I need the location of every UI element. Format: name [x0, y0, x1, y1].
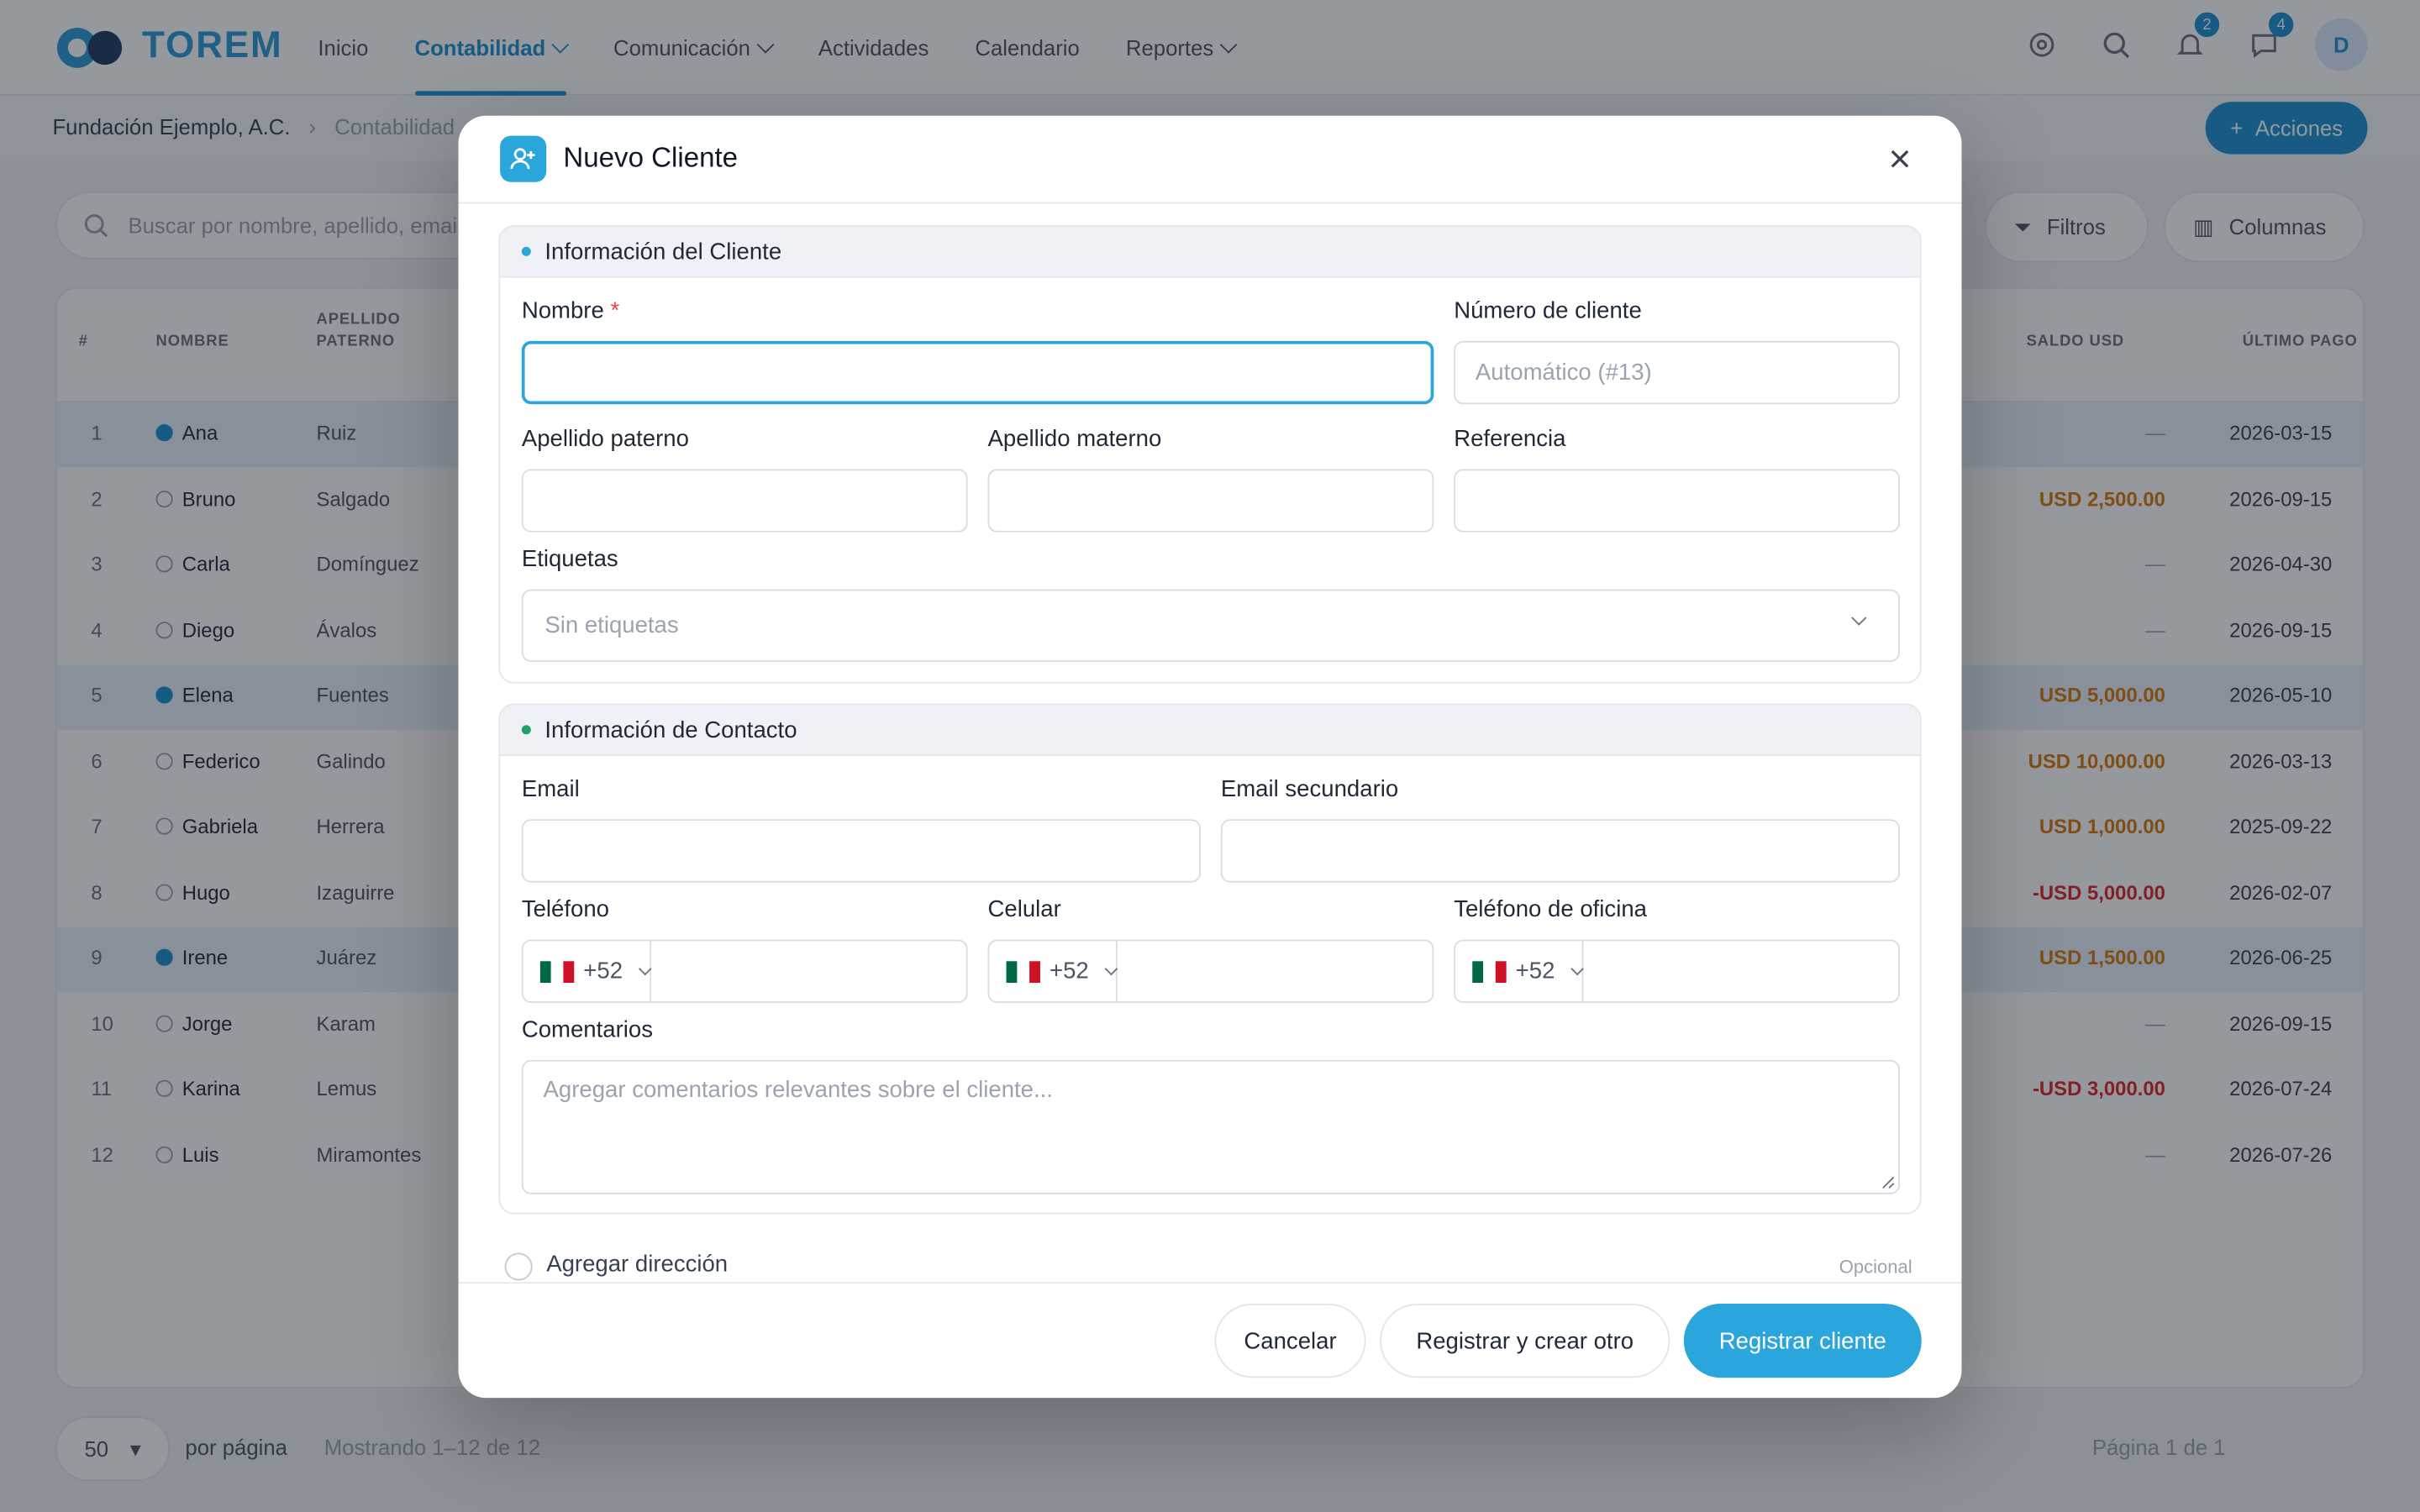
address-radio[interactable] [504, 1252, 533, 1281]
required-mark: * [610, 297, 620, 324]
telefono-label: Teléfono [521, 896, 609, 923]
close-icon[interactable] [1885, 144, 1916, 175]
section-header: Información de Contacto [500, 705, 1920, 757]
country-code-select[interactable]: +52 [989, 941, 1119, 1002]
country-code-select[interactable]: +52 [1455, 941, 1585, 1002]
dialog-footer: Cancelar Registrar y crear otro Registra… [458, 1282, 1962, 1399]
contact-info-section: Información de Contacto Email Email secu… [498, 703, 1922, 1215]
email-secundario-input[interactable] [1220, 819, 1901, 883]
new-client-dialog: Nuevo Cliente Información del Cliente No… [458, 115, 1962, 1399]
chevron-down-icon [639, 961, 653, 975]
dialog-header: Nuevo Cliente [458, 116, 1962, 204]
section-dot-icon [521, 725, 531, 735]
numero-cliente-input[interactable] [1454, 340, 1901, 405]
referencia-input[interactable] [1454, 469, 1901, 533]
etiquetas-select[interactable]: Sin etiquetas [521, 589, 1901, 662]
telefono-input[interactable] [651, 941, 997, 1002]
apellido-materno-label: Apellido materno [987, 425, 1162, 453]
telefono-field: +52 [521, 939, 997, 1003]
country-code: +52 [583, 958, 623, 984]
chevron-down-icon [1851, 610, 1867, 626]
section-header: Información del Cliente [500, 227, 1920, 278]
label-text: Nombre [521, 297, 604, 324]
numero-cliente-label: Número de cliente [1454, 297, 1642, 324]
celular-input[interactable] [1118, 941, 1463, 1002]
section-dot-icon [521, 246, 531, 256]
telefono-oficina-field: +52 [1454, 939, 1920, 1003]
resize-grip-icon[interactable] [1880, 1174, 1895, 1189]
mexico-flag-icon [1472, 960, 1507, 983]
apellido-materno-input[interactable] [987, 469, 1434, 533]
nombre-label: Nombre * [522, 297, 619, 323]
referencia-label: Referencia [1454, 425, 1566, 453]
email-input[interactable] [521, 819, 1201, 883]
optional-label: Opcional [1839, 1256, 1912, 1278]
comentarios-textarea[interactable] [521, 1059, 1901, 1194]
dialog-body: Información del Cliente Nombre * Número … [459, 203, 1962, 1284]
mexico-flag-icon [539, 960, 575, 983]
country-code: +52 [1515, 958, 1555, 984]
etiquetas-label: Etiquetas [521, 546, 618, 573]
telefono-oficina-label: Teléfono de oficina [1454, 896, 1647, 923]
chevron-down-icon [1105, 961, 1119, 975]
dialog-title: Nuevo Cliente [563, 141, 739, 173]
nombre-input[interactable] [521, 340, 1434, 405]
celular-label: Celular [987, 896, 1061, 923]
add-address-label: Agregar dirección [546, 1251, 729, 1278]
chevron-down-icon [1571, 961, 1585, 975]
celular-field: +52 [987, 939, 1463, 1003]
modal-layer: Nuevo Cliente Información del Cliente No… [0, 0, 2420, 1512]
country-code: +52 [1049, 958, 1089, 984]
section-title: Información del Cliente [544, 238, 782, 265]
apellido-paterno-label: Apellido paterno [521, 425, 689, 453]
country-code-select[interactable]: +52 [523, 941, 653, 1002]
etiquetas-placeholder: Sin etiquetas [544, 612, 679, 639]
register-and-new-button[interactable]: Registrar y crear otro [1380, 1304, 1670, 1378]
email-label: Email [521, 775, 580, 803]
email-secundario-label: Email secundario [1220, 775, 1399, 803]
add-address-toggle[interactable]: Agregar dirección Opcional [504, 1248, 1916, 1284]
cancel-button[interactable]: Cancelar [1214, 1304, 1366, 1378]
client-info-section: Información del Cliente Nombre * Número … [498, 225, 1922, 684]
section-title: Información de Contacto [544, 717, 797, 743]
mexico-flag-icon [1006, 960, 1040, 983]
apellido-paterno-input[interactable] [521, 469, 968, 533]
telefono-oficina-input[interactable] [1584, 941, 1920, 1002]
add-user-icon [500, 135, 547, 182]
register-client-button[interactable]: Registrar cliente [1683, 1304, 1922, 1378]
comentarios-label: Comentarios [521, 1016, 654, 1043]
